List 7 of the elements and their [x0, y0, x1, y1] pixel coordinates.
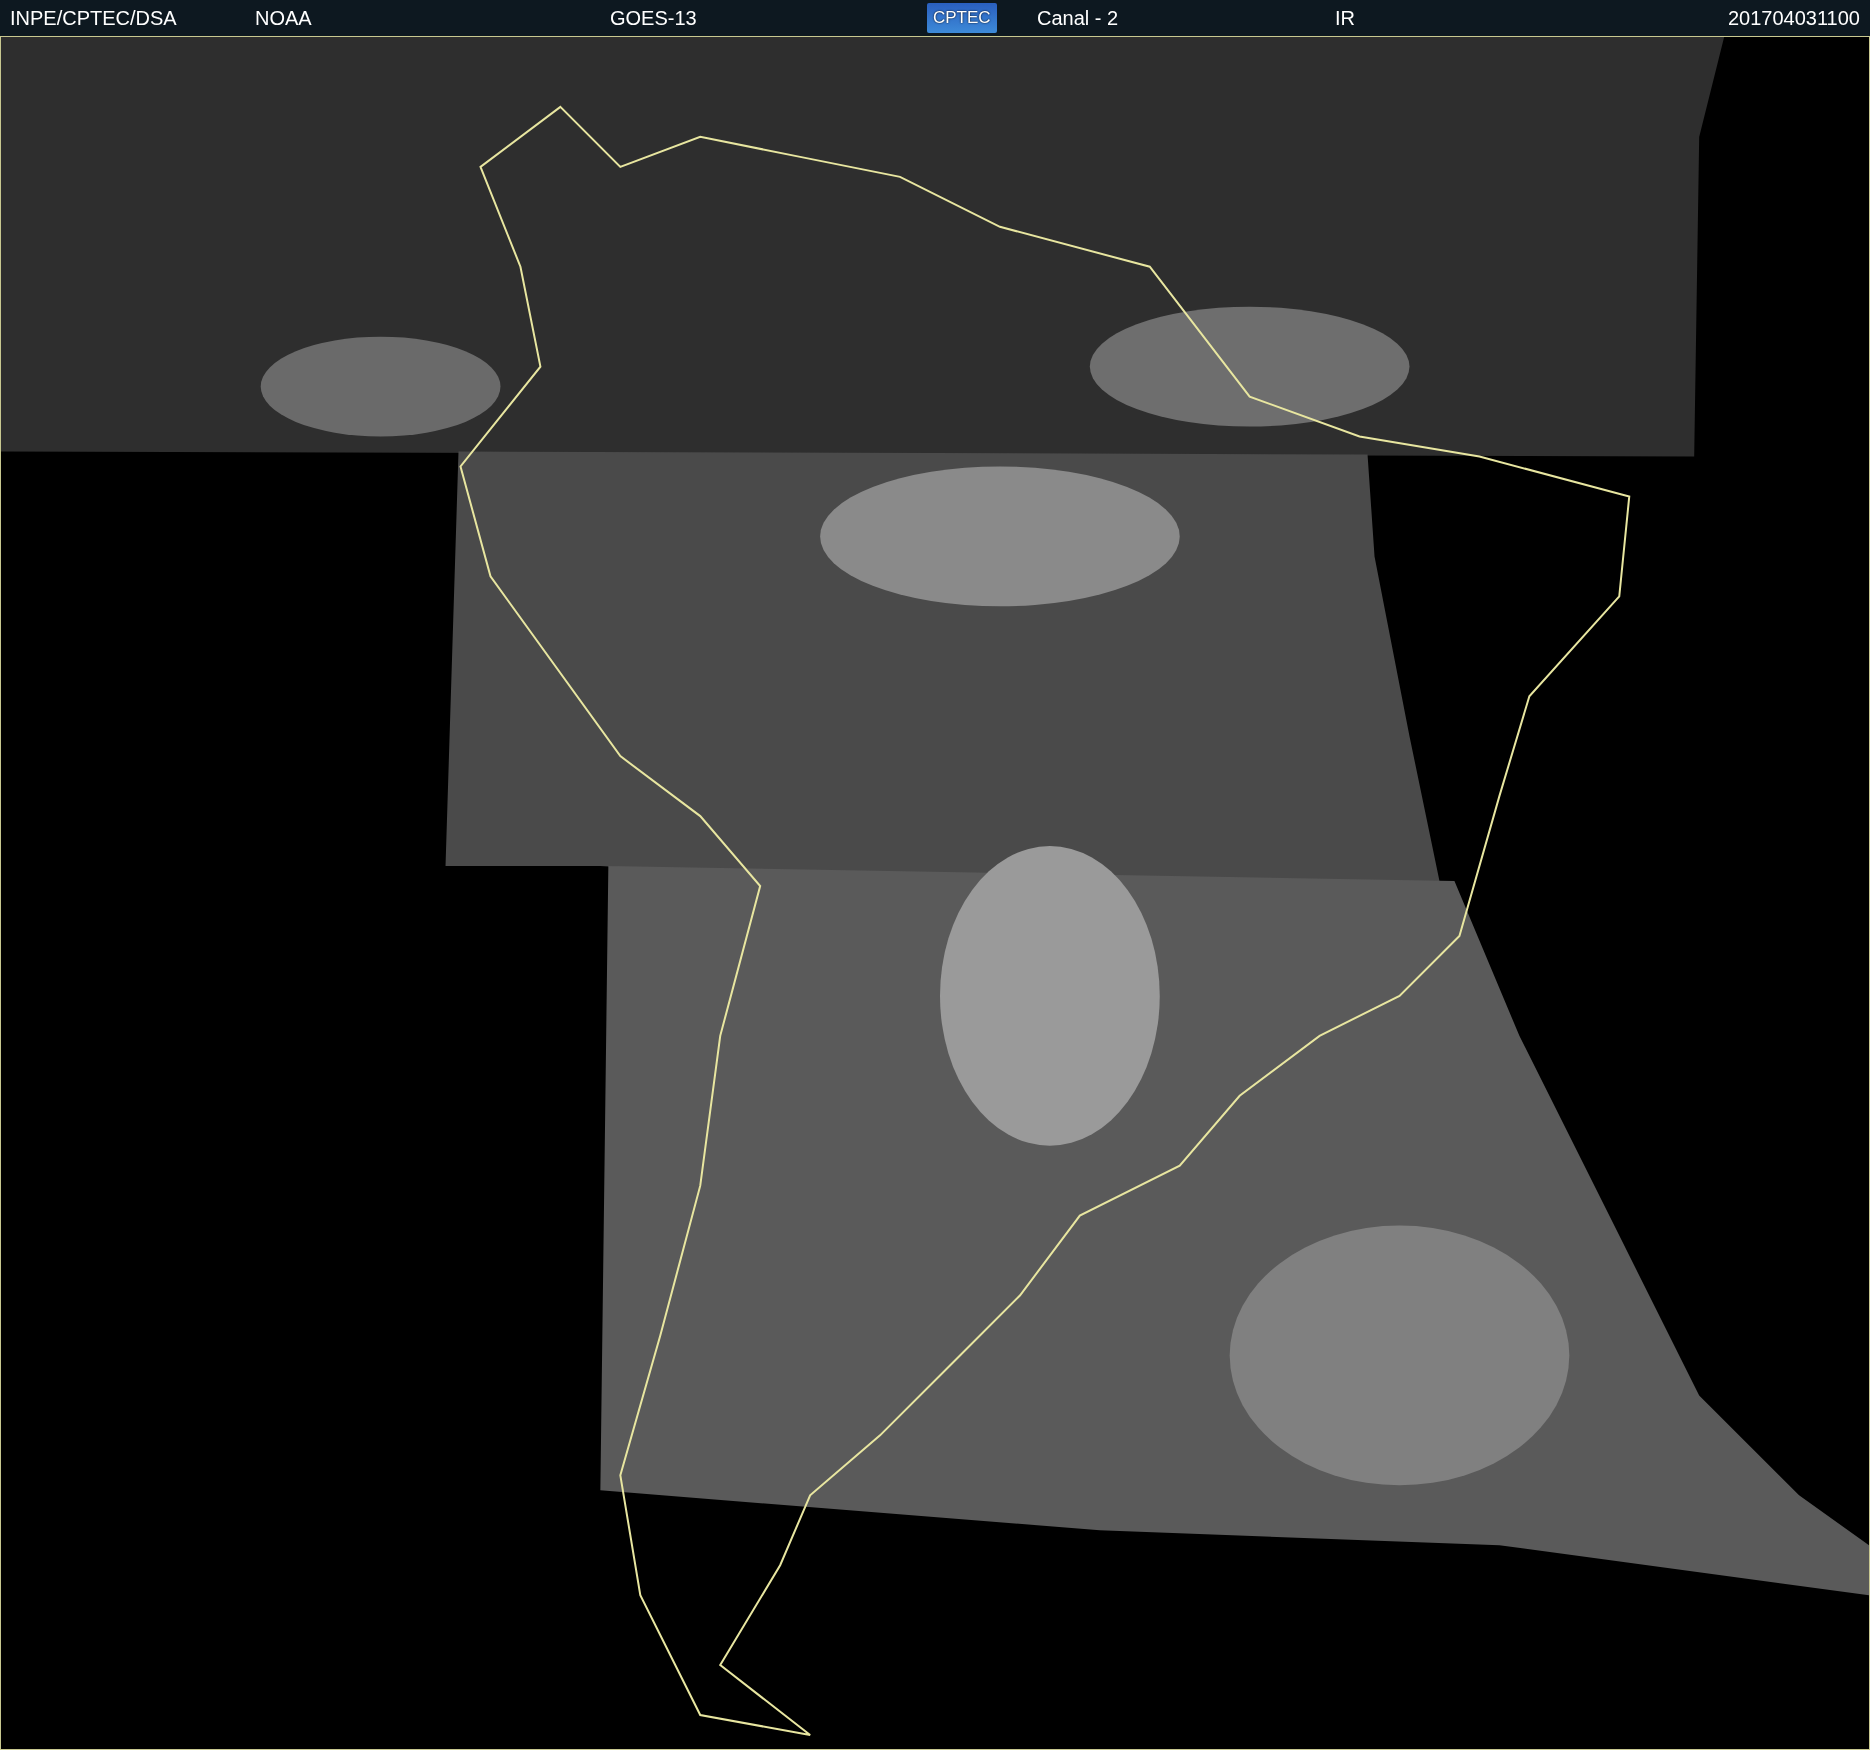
- agency-label: NOAA: [255, 6, 312, 30]
- logo-badge: CPTEC: [927, 3, 997, 33]
- timestamp-label: 201704031100: [1728, 6, 1860, 30]
- satellite-label: GOES-13: [610, 6, 697, 30]
- band-label: IR: [1335, 6, 1355, 30]
- source-label: INPE/CPTEC/DSA: [10, 6, 177, 30]
- channel-label: Canal - 2: [1037, 6, 1119, 30]
